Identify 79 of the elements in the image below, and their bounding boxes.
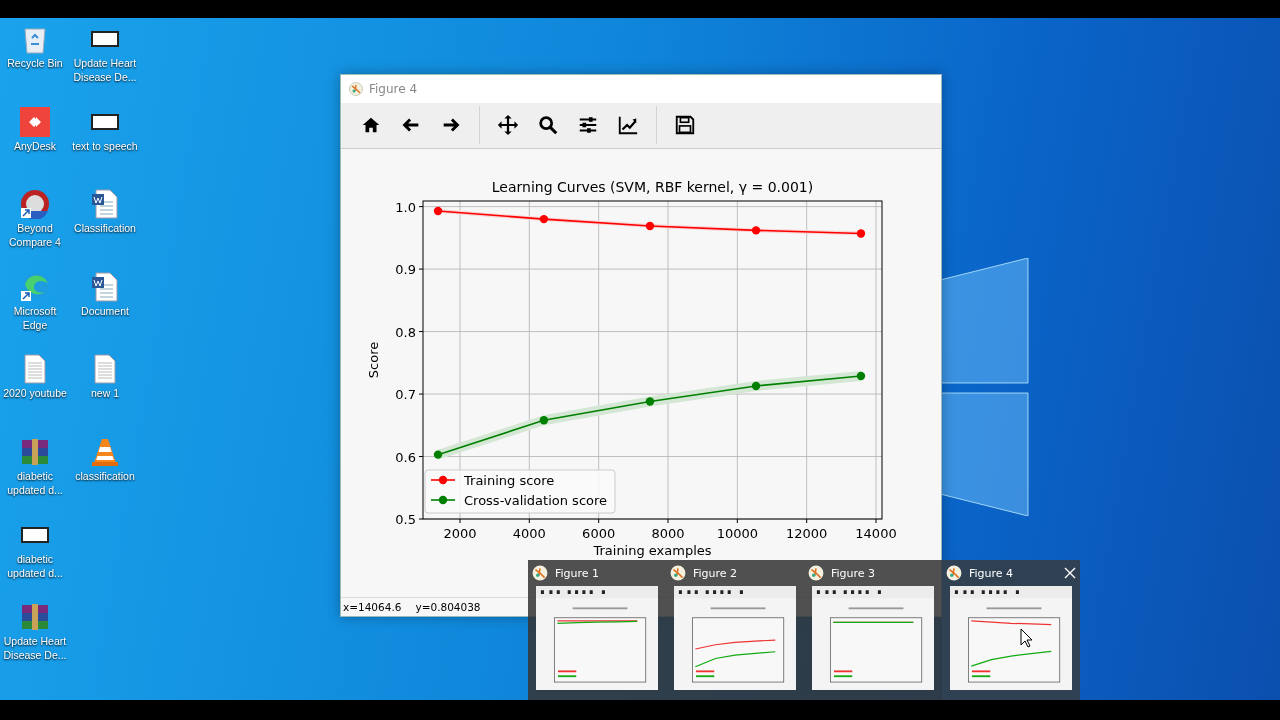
window-preview[interactable]: Figure 2 xyxy=(666,560,804,700)
document-icon xyxy=(91,271,119,302)
desktop-icon-label[interactable]: 2020 youtube xyxy=(0,386,70,401)
y-tick-label: 0.8 xyxy=(395,324,416,340)
y-tick-label: 1.0 xyxy=(395,199,416,215)
document-icon xyxy=(91,189,119,220)
desktop-icon-label[interactable]: Microsoft Edge xyxy=(0,303,70,332)
point xyxy=(539,416,549,425)
stacked-books-icon xyxy=(20,602,50,633)
stacked-books-icon xyxy=(20,436,50,467)
point xyxy=(856,229,866,238)
x-axis-label: Training examples xyxy=(593,543,712,559)
desktop-icon-label[interactable]: new 1 xyxy=(70,386,140,401)
desktop-icon-label[interactable]: AnyDesk xyxy=(0,138,70,153)
close-icon[interactable] xyxy=(1064,567,1076,579)
window-title: Figure 4 xyxy=(369,81,418,96)
line-chart-icon xyxy=(617,114,639,137)
point xyxy=(645,397,655,406)
cursor-y-readout: y=0.804038 xyxy=(415,601,481,614)
preview-title: Figure 3 xyxy=(831,566,877,580)
point xyxy=(433,450,443,460)
blank-window-icon xyxy=(21,526,49,543)
x-tick-label: 10000 xyxy=(716,526,758,542)
square-logo-icon xyxy=(20,106,50,137)
cursor-x-readout: x=14064.6 xyxy=(343,601,402,614)
window-preview[interactable]: Figure 4 xyxy=(942,560,1080,700)
desktop-icon-label[interactable]: Recycle Bin xyxy=(0,56,70,70)
x-tick-label: 6000 xyxy=(582,526,616,542)
desktop-icon-label[interactable]: Document xyxy=(70,303,140,318)
text-file-icon xyxy=(93,354,117,385)
save-icon xyxy=(674,114,696,137)
desktop-icon-label[interactable]: Update Heart Disease De... xyxy=(0,634,70,663)
y-tick-label: 0.5 xyxy=(395,512,416,528)
move-arrows-icon xyxy=(497,114,519,137)
legend-line-marker xyxy=(430,476,456,485)
x-tick-label: 14000 xyxy=(855,526,897,542)
point xyxy=(856,371,866,381)
search-icon xyxy=(537,114,559,137)
blank-window-icon xyxy=(91,113,119,130)
point xyxy=(751,381,761,391)
desktop-icon-label[interactable]: Update Heart Disease De... xyxy=(70,56,140,84)
x-tick-label: 2000 xyxy=(443,526,477,542)
point xyxy=(539,215,549,224)
y-tick-label: 0.9 xyxy=(395,262,416,278)
point xyxy=(645,221,655,231)
app-logo-icon xyxy=(349,81,363,96)
x-tick-label: 12000 xyxy=(786,526,828,542)
app-logo-icon xyxy=(670,565,686,581)
desktop-icon-label[interactable]: text to speech xyxy=(70,138,140,153)
text-file-icon xyxy=(23,354,47,385)
window-preview[interactable]: Figure 3 xyxy=(804,560,942,700)
blank-window-icon xyxy=(91,31,119,47)
y-axis-label: Score xyxy=(366,342,381,379)
traffic-cone-icon xyxy=(91,436,119,467)
preview-title: Figure 4 xyxy=(969,566,1015,580)
app-logo-icon xyxy=(808,565,824,581)
desktop-icon-label[interactable]: diabetic updated d... xyxy=(0,551,70,580)
legend-label: Cross-validation score xyxy=(464,493,608,509)
point xyxy=(751,226,761,235)
desktop-icon-label[interactable]: diabetic updated d... xyxy=(0,468,70,497)
desktop-icon-label[interactable]: classification xyxy=(70,468,140,483)
mouse-cursor-icon xyxy=(1020,628,1032,648)
swirl-icon xyxy=(20,271,50,302)
disc-icon xyxy=(20,189,50,220)
x-tick-label: 4000 xyxy=(512,526,546,542)
app-logo-icon xyxy=(532,565,548,581)
legend-label: Training score xyxy=(464,473,555,489)
legend-line-marker xyxy=(430,496,456,505)
app-logo-icon xyxy=(946,565,962,581)
y-tick-label: 0.6 xyxy=(395,449,416,465)
desktop-icon-label[interactable]: Classification xyxy=(70,221,140,236)
chart-title: Learning Curves (SVM, RBF kernel, γ = 0.001) xyxy=(491,179,814,196)
y-tick-label: 0.7 xyxy=(395,387,416,403)
preview-title: Figure 2 xyxy=(693,566,739,580)
window-preview[interactable]: Figure 1 xyxy=(528,560,666,700)
x-tick-label: 8000 xyxy=(651,526,685,542)
preview-title: Figure 1 xyxy=(555,566,601,580)
desktop-icon-label[interactable]: Beyond Compare 4 xyxy=(0,221,70,250)
point xyxy=(433,207,443,216)
